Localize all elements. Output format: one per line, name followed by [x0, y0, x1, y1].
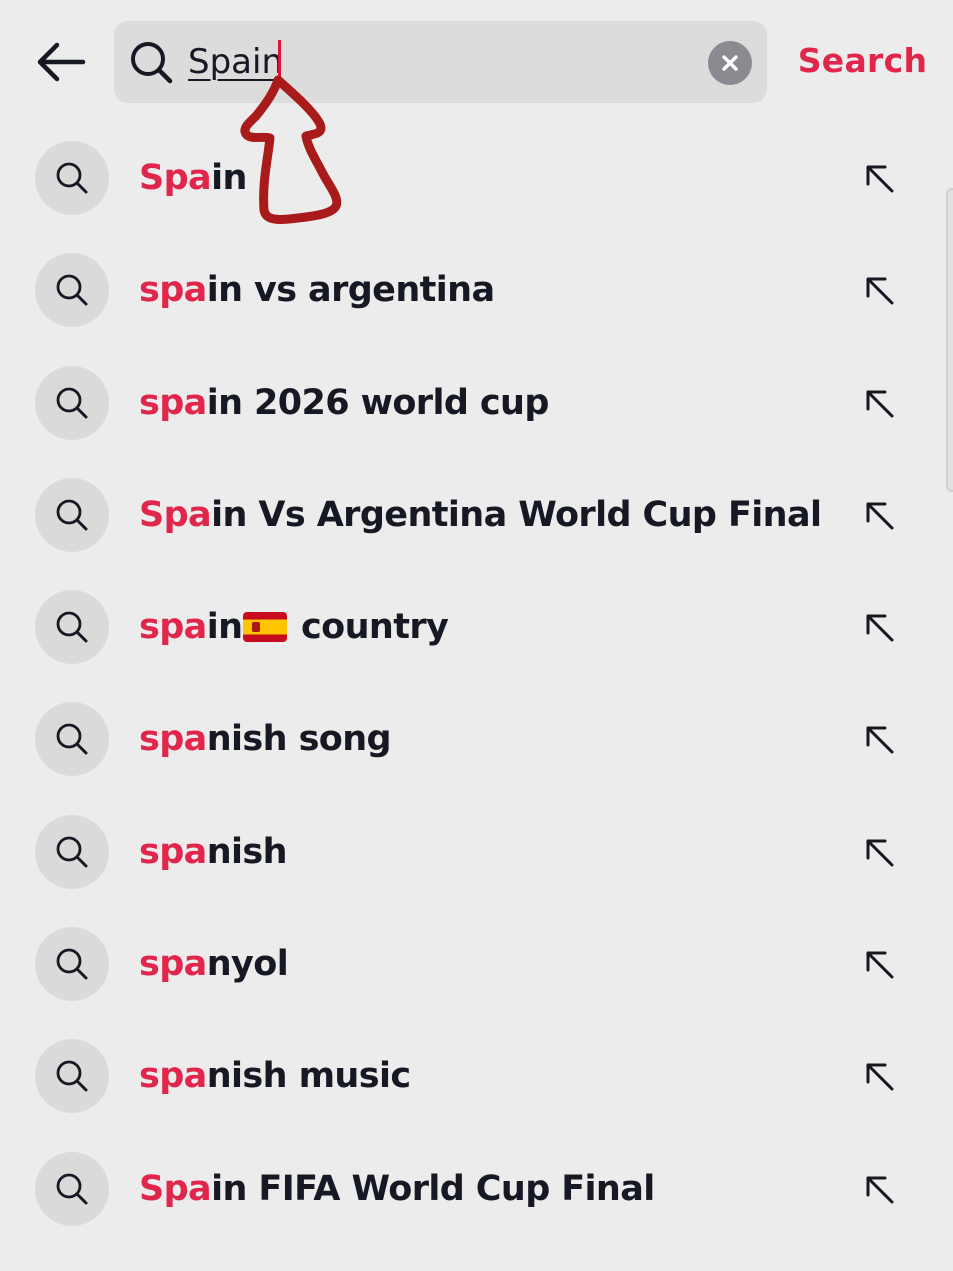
suggestion-text: spanish [139, 826, 288, 878]
suggestion-text: spanish song [139, 713, 392, 765]
suggestion-row[interactable]: Spain Vs Argentina World Cup Final [0, 459, 953, 571]
suggestion-search-icon [35, 702, 109, 777]
suggestion-match-highlight: spa [139, 831, 207, 872]
clear-search-button[interactable] [708, 41, 752, 85]
suggestion-text: spain country [139, 601, 449, 653]
fill-query-button[interactable] [848, 493, 912, 539]
suggestion-row[interactable]: spanish song [0, 683, 953, 795]
search-bar[interactable] [114, 21, 767, 103]
suggestion-search-icon [35, 1151, 109, 1226]
suggestion-rest: nish [206, 831, 288, 872]
suggestion-search-icon [35, 141, 109, 215]
arrow-up-left-icon [866, 1063, 894, 1091]
fill-query-button[interactable] [848, 605, 912, 651]
search-icon [56, 724, 88, 755]
search-icon [56, 274, 88, 306]
suggestion-match-highlight: spa [139, 1056, 207, 1097]
suggestion-row[interactable]: spain 2026 world cup [0, 347, 953, 459]
suggestion-search-icon [35, 477, 109, 552]
suggestion-rest: nish music [206, 1056, 411, 1097]
back-button[interactable] [28, 34, 94, 90]
suggestion-search-icon [35, 814, 109, 889]
suggestion-rest: in [211, 158, 247, 198]
fill-query-button[interactable] [848, 942, 912, 988]
suggestion-search-icon [35, 365, 109, 440]
suggestion-rest: in 2026 world cup [206, 382, 550, 423]
suggestion-search-icon [35, 253, 109, 328]
suggestion-rest: in [206, 607, 243, 648]
suggestion-row[interactable]: Spain [0, 122, 953, 234]
arrow-up-left-icon [866, 839, 894, 867]
suggestion-rest: nyol [206, 944, 289, 985]
suggestion-rest: in Vs Argentina World Cup Final [211, 494, 822, 535]
search-icon [131, 42, 173, 84]
arrow-up-left-icon [866, 614, 894, 642]
suggestion-row[interactable]: spanish [0, 796, 953, 908]
suggestion-match-highlight: spa [139, 944, 207, 985]
search-icon [56, 162, 88, 194]
search-page: Search Spainspain vs argentinaspain 2026… [0, 0, 953, 1271]
arrow-up-left-icon [866, 1176, 894, 1204]
search-button[interactable]: Search [790, 36, 935, 86]
arrow-up-left-icon [866, 726, 894, 754]
suggestion-text: Spain [139, 152, 247, 204]
suggestion-row[interactable]: spanyol [0, 908, 953, 1020]
suggestion-match-highlight: spa [139, 719, 207, 760]
search-icon [56, 499, 88, 531]
search-icon [56, 387, 88, 419]
fill-query-button[interactable] [848, 1167, 912, 1213]
suggestion-text: Spain Vs Argentina World Cup Final [139, 489, 822, 541]
scrollbar[interactable] [946, 188, 953, 492]
suggestion-match-highlight: Spa [139, 158, 212, 198]
suggestion-rest: in vs argentina [206, 270, 495, 311]
suggestion-match-highlight: Spa [139, 494, 212, 535]
search-icon [56, 611, 88, 643]
suggestion-suffix: country [289, 607, 449, 648]
arrow-up-left-icon [866, 951, 894, 979]
search-icon [56, 1060, 88, 1092]
spain-flag-icon [243, 612, 288, 643]
suggestion-search-icon [35, 927, 109, 1002]
text-caret [278, 40, 281, 84]
search-icon [56, 948, 88, 980]
suggestion-text: Spain FIFA World Cup Final [139, 1163, 655, 1215]
suggestion-row[interactable]: spain vs argentina [0, 234, 953, 346]
arrow-up-left-icon [866, 277, 894, 305]
fill-query-button[interactable] [848, 1054, 912, 1100]
arrow-up-left-icon [866, 165, 894, 193]
suggestion-match-highlight: spa [139, 607, 207, 648]
fill-query-button[interactable] [848, 717, 912, 763]
arrow-up-left-icon [866, 502, 894, 530]
fill-query-button[interactable] [848, 381, 912, 427]
suggestion-text: spain vs argentina [139, 264, 495, 316]
fill-query-button[interactable] [848, 268, 912, 314]
suggestion-text: spanyol [139, 938, 289, 990]
suggestion-row[interactable]: spain country [0, 571, 953, 683]
arrow-up-left-icon [866, 390, 894, 418]
suggestion-search-icon [35, 1039, 109, 1114]
suggestion-row[interactable]: Spain FIFA World Cup Final [0, 1133, 953, 1245]
search-icon [56, 1173, 88, 1205]
fill-query-button[interactable] [848, 830, 912, 876]
suggestion-row[interactable]: spanish music [0, 1020, 953, 1132]
suggestion-match-highlight: spa [139, 382, 207, 423]
suggestion-list: Spain spain vs argentina spain 2026 world … [0, 122, 953, 1245]
search-input[interactable] [188, 37, 688, 87]
arrow-left-icon [37, 42, 86, 82]
close-icon [722, 55, 738, 71]
suggestion-match-highlight: Spa [139, 1168, 212, 1209]
suggestion-text: spain 2026 world cup [139, 377, 549, 429]
suggestion-match-highlight: spa [139, 270, 207, 311]
suggestion-rest: nish song [206, 719, 392, 760]
search-icon [56, 836, 88, 868]
fill-query-button[interactable] [848, 156, 912, 202]
suggestion-text: spanish music [139, 1050, 411, 1102]
suggestion-search-icon [35, 590, 109, 665]
suggestion-rest: in FIFA World Cup Final [211, 1168, 655, 1209]
